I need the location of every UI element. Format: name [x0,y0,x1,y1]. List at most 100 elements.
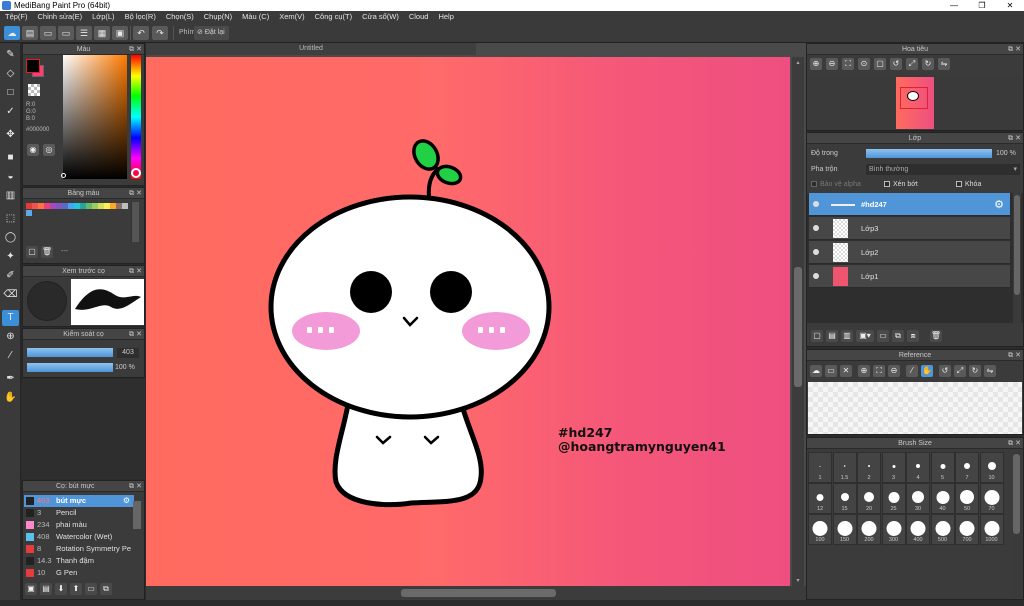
zoom-out-icon[interactable]: ⊖ [888,365,900,377]
redo-icon[interactable]: ↷ [152,26,168,40]
menu-cloud[interactable]: Cloud [404,11,434,23]
list-icon[interactable]: ☰ [76,26,92,40]
grid-icon[interactable]: ▦ [94,26,110,40]
layer-row[interactable]: Lớp2 [809,241,1010,264]
maximize-button[interactable]: ❐ [968,0,996,11]
move-tool-icon[interactable]: ✥ [2,127,19,143]
brush-size-option[interactable]: 30 [906,483,930,514]
close-icon[interactable]: ✕ [1015,350,1021,361]
delete-layer-icon[interactable]: 🗑 [930,330,942,342]
brush-size-option[interactable]: 100 [808,514,832,545]
menu-filter[interactable]: Bộ lọc(R) [120,11,161,23]
text-tool-icon[interactable]: T [2,310,19,326]
brush-list-item[interactable]: 14.3 Thanh đậm [24,555,134,567]
scroll-up-icon[interactable]: ▴ [794,59,802,66]
close-icon[interactable]: ✕ [1015,438,1021,449]
brush-list-item[interactable]: ⚙ 403 bút mực [24,495,134,507]
scroll-down-icon[interactable]: ▾ [794,577,802,584]
chat-icon[interactable]: ▭ [40,26,56,40]
new-8bit-layer-icon[interactable]: ▥ [841,330,853,342]
menu-edit[interactable]: Chỉnh sửa(E) [33,11,88,23]
layer-row[interactable]: Lớp3 [809,217,1010,240]
import-brush-icon[interactable]: ⬇ [55,583,67,595]
zoom-icon[interactable]: ⊙ [858,58,870,70]
eraser-tool-icon[interactable]: ◇ [2,66,19,82]
brush-size-option[interactable]: 1 [808,452,832,483]
rotate-right-icon[interactable]: ↻ [922,58,934,70]
operation-tool-icon[interactable]: ⊕ [2,329,19,345]
brush-list-item[interactable]: 10 G Pen [24,567,134,579]
layer-scroll-thumb[interactable] [1014,195,1020,295]
rectangle-tool-icon[interactable]: □ [2,85,19,101]
bucket-tool-icon[interactable]: ◒ [2,169,19,185]
select-pen-tool-icon[interactable]: ✐ [2,268,19,284]
brush-size-option[interactable]: 4 [906,452,930,483]
close-icon[interactable]: ✕ [136,188,142,199]
brush-size-option[interactable]: 15 [832,483,857,514]
clip-checkbox[interactable]: Xén bớt [884,181,918,188]
brush-size-option[interactable]: 1000 [979,514,1004,545]
close-icon[interactable]: ✕ [136,481,142,492]
brush-list-item[interactable]: 408 Watercolor (Wet) [24,531,134,543]
palette-icon[interactable]: ◉ [27,144,39,156]
saturation-value-field[interactable] [63,55,127,179]
canvas-text[interactable]: #hd247 @hoangtramynguyen41 [558,426,726,454]
fit-icon[interactable]: ⛶ [842,58,854,70]
delete-palette-icon[interactable]: 🗑 [41,246,53,258]
brush-settings-icon[interactable]: ▤ [40,583,52,595]
palette-scrollbar[interactable] [131,202,139,242]
copy-brush-icon[interactable]: ⧉ [100,583,112,595]
new-halftone-layer-icon[interactable]: ▤ [826,330,838,342]
brush-size-option[interactable]: 200 [857,514,881,545]
actual-size-icon[interactable]: ▢ [874,58,886,70]
brush-list-item[interactable]: 3 Pencil [24,507,134,519]
minimize-button[interactable]: — [940,0,968,11]
navigator-view[interactable] [808,75,1022,130]
cloud-icon[interactable]: ☁ [810,365,822,377]
brush-list-item[interactable]: 8 Rotation Symmetry Pe [24,543,134,555]
select-tool-icon[interactable]: ⬚ [2,211,19,227]
reference-view[interactable] [808,382,1022,434]
fill-rect-tool-icon[interactable]: ■ [2,150,19,166]
menu-view[interactable]: Xem(V) [274,11,309,23]
menu-layer[interactable]: Lớp(L) [87,11,119,23]
fit-icon[interactable]: ⛶ [873,365,885,377]
close-icon[interactable]: ✕ [1015,133,1021,144]
brush-size-scrollbar[interactable] [1012,452,1021,598]
visibility-icon[interactable] [813,225,819,231]
close-icon[interactable]: ✕ [136,329,142,340]
brush-size-scroll-thumb[interactable] [1013,454,1020,534]
reset-button[interactable]: ⊘ Đặt lại [194,26,229,40]
visibility-icon[interactable] [813,273,819,279]
float-icon[interactable]: ⧉ [129,44,134,55]
layer-list-scrollbar[interactable] [1013,193,1021,323]
duplicate-layer-icon[interactable]: ⧉ [892,330,904,342]
close-reference-icon[interactable]: ✕ [840,365,852,377]
brush-size-option[interactable]: 2 [857,452,881,483]
new-palette-icon[interactable]: ▢ [26,246,38,258]
brush-size-option[interactable]: 5 [930,452,955,483]
float-icon[interactable]: ⧉ [1008,133,1013,144]
brush-opacity-value[interactable]: 100 % [115,363,135,373]
undo-icon[interactable]: ↶ [133,26,149,40]
save-icon[interactable]: ▤ [22,26,38,40]
document-tab[interactable]: Untitled [146,43,476,55]
eyedropper-tool-icon[interactable]: ⁄ [2,348,19,364]
magic-wand-tool-icon[interactable]: ✦ [2,249,19,265]
brush-size-option[interactable]: 40 [930,483,955,514]
brush-size-option[interactable]: 700 [955,514,979,545]
rotate-left-icon[interactable]: ↺ [939,365,951,377]
folder-icon[interactable]: ▭ [85,583,97,595]
layer-row[interactable]: ⚙ #hd247 [809,193,1010,216]
flip-icon[interactable]: ⇋ [984,365,996,377]
brush-size-option[interactable]: 70 [979,483,1004,514]
brush-tool-icon[interactable]: ✎ [2,47,19,63]
gear-icon[interactable]: ⚙ [123,495,130,507]
menu-tools[interactable]: Công cụ(T) [310,11,358,23]
select-eraser-tool-icon[interactable]: ⌫ [2,287,19,303]
add-layer-menu-icon[interactable]: ▣▾ [856,330,874,342]
brush-size-value[interactable]: 403 [117,348,139,358]
brush-size-option[interactable]: 3 [881,452,906,483]
vertical-scroll-thumb[interactable] [794,267,802,387]
rotate-right-icon[interactable]: ↻ [969,365,981,377]
